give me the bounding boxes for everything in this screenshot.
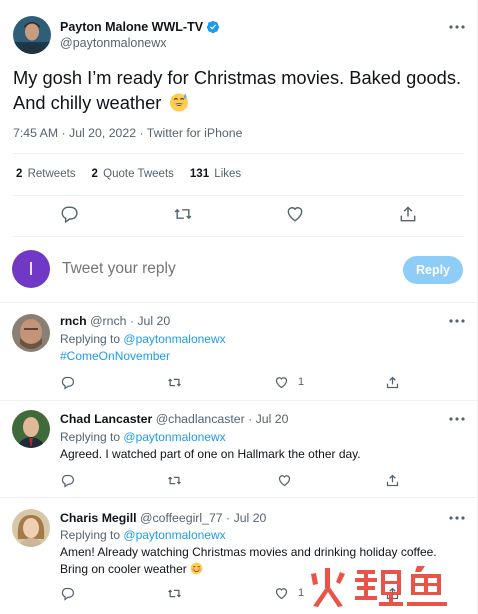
replying-to: Replying to @paytonmalonewx xyxy=(60,430,226,444)
reply-meta: @rnch · Jul 20 xyxy=(90,314,171,328)
reply-text-line-2: Bring on cooler weather xyxy=(60,561,203,578)
reply-button[interactable]: Reply xyxy=(403,256,463,284)
author-handle[interactable]: @paytonmalonewx xyxy=(60,35,220,52)
like-count: 1 xyxy=(298,376,305,388)
share-icon[interactable] xyxy=(385,473,400,488)
reply-meta: @coffeegirl_77 · Jul 20 xyxy=(139,511,267,525)
sweat-smile-emoji-icon xyxy=(170,93,189,112)
reply-author-name[interactable]: Charis Megill xyxy=(60,511,137,525)
divider xyxy=(13,153,464,154)
replying-to: Replying to @paytonmalonewx xyxy=(60,332,226,346)
tweet-body: My gosh I’m ready for Christmas movies. … xyxy=(13,67,462,113)
reply-actions xyxy=(60,473,460,489)
like-count: 1 xyxy=(298,587,305,599)
more-options-icon[interactable] xyxy=(446,316,468,326)
reply-avatar[interactable] xyxy=(12,314,50,352)
share-icon[interactable] xyxy=(398,204,418,224)
reply-composer: I Reply xyxy=(12,250,466,290)
verified-badge-icon xyxy=(206,20,220,33)
author-avatar[interactable] xyxy=(13,16,51,54)
divider xyxy=(13,236,464,237)
retweet-icon[interactable] xyxy=(167,473,182,488)
tweet-stats: 2 Retweets 2 Quote Tweets 131 Likes xyxy=(16,168,257,180)
watermark-logo xyxy=(311,566,447,607)
like-icon[interactable] xyxy=(274,375,289,390)
tweet-timestamp[interactable]: 7:45 AM · Jul 20, 2022 · Twitter for iPh… xyxy=(13,126,242,140)
author-name[interactable]: Payton Malone WWL-TV xyxy=(60,19,203,35)
like-icon[interactable] xyxy=(274,586,289,601)
more-options-icon[interactable] xyxy=(446,513,468,523)
reply-avatar[interactable] xyxy=(12,410,50,448)
mention-link[interactable]: @paytonmalonewx xyxy=(123,332,225,346)
reply-avatar[interactable] xyxy=(12,509,50,547)
reply-icon[interactable] xyxy=(60,586,75,601)
smiling-blush-emoji-icon xyxy=(190,562,203,575)
replying-to: Replying to @paytonmalonewx xyxy=(60,528,226,542)
user-avatar[interactable]: I xyxy=(12,250,50,288)
reply-author-name[interactable]: rnch xyxy=(60,314,87,328)
retweet-icon[interactable] xyxy=(167,586,182,601)
reply-tweet[interactable]: Chad Lancaster @chadlancaster · Jul 20 R… xyxy=(0,400,478,498)
tweet-text: My gosh I’m ready for Christmas movies. … xyxy=(13,65,473,115)
like-icon[interactable] xyxy=(285,204,305,224)
more-options-icon[interactable] xyxy=(446,22,468,32)
reply-tweet[interactable]: rnch @rnch · Jul 20 Replying to @paytonm… xyxy=(0,302,478,402)
reply-icon[interactable] xyxy=(60,473,75,488)
reply-author-name[interactable]: Chad Lancaster xyxy=(60,412,152,426)
reply-icon[interactable] xyxy=(60,375,75,390)
reply-text: Amen! Already watching Christmas movies … xyxy=(60,545,437,559)
reply-text: Agreed. I watched part of one on Hallmar… xyxy=(60,447,361,461)
mention-link[interactable]: @paytonmalonewx xyxy=(123,430,225,444)
reply-icon[interactable] xyxy=(59,204,79,224)
reply-meta: @chadlancaster · Jul 20 xyxy=(155,412,289,426)
retweets-stat[interactable]: 2 Retweets xyxy=(16,168,76,180)
likes-stat[interactable]: 131 Likes xyxy=(190,168,241,180)
retweet-icon[interactable] xyxy=(167,375,182,390)
more-options-icon[interactable] xyxy=(446,414,468,424)
hashtag-link[interactable]: #ComeOnNovember xyxy=(60,348,170,365)
quote-tweets-stat[interactable]: 2 Quote Tweets xyxy=(92,168,174,180)
reply-actions: 1 xyxy=(60,375,460,391)
reply-input[interactable] xyxy=(62,260,382,278)
share-icon[interactable] xyxy=(385,375,400,390)
divider xyxy=(13,195,464,196)
tweet-actions xyxy=(0,204,478,226)
retweet-icon[interactable] xyxy=(173,204,193,224)
mention-link[interactable]: @paytonmalonewx xyxy=(123,528,225,542)
tweet-detail-page: Payton Malone WWL-TV @paytonmalonewx My … xyxy=(0,0,478,614)
like-icon[interactable] xyxy=(277,473,292,488)
tweet-author: Payton Malone WWL-TV @paytonmalonewx xyxy=(13,16,220,54)
